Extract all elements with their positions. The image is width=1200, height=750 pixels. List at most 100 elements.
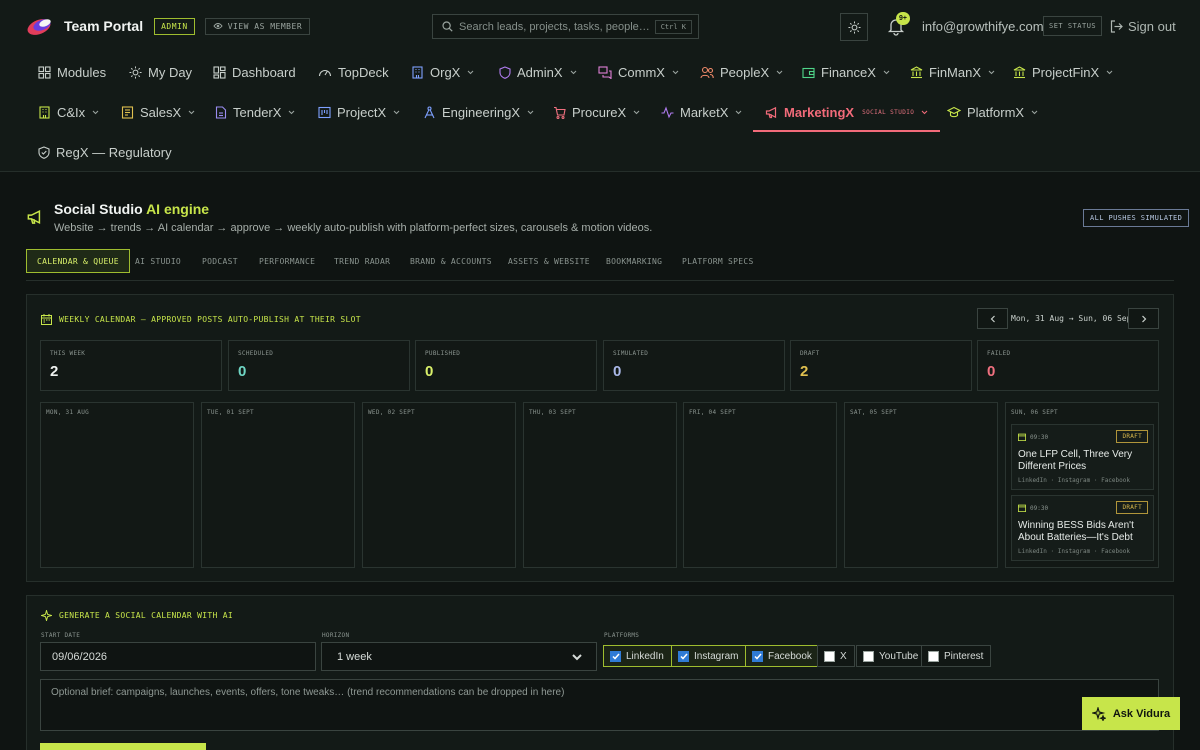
- nav-item-marketx[interactable]: MarketX: [661, 92, 742, 132]
- nav-item-projectx[interactable]: ProjectX: [318, 92, 400, 132]
- pulse-icon: [661, 105, 674, 118]
- tab-bookmarking[interactable]: BOOKMARKING: [606, 249, 662, 273]
- post-status-badge: DRAFT: [1116, 501, 1148, 514]
- search-input[interactable]: [459, 20, 655, 33]
- chevron-down-icon: [1106, 70, 1113, 74]
- day-column-sun[interactable]: SUN, 06 SEPT 09:30 DRAFT One LFP Cell, T…: [1005, 402, 1159, 568]
- post-platforms: LinkedIn · Instagram · Facebook: [1018, 477, 1130, 484]
- nav-item-projectfinx[interactable]: ProjectFinX: [1013, 52, 1113, 92]
- stat-label: THIS WEEK: [50, 350, 86, 357]
- global-search[interactable]: Ctrl K: [432, 14, 699, 39]
- nav-item-engineeringx[interactable]: EngineeringX: [423, 92, 534, 132]
- tab-platform-specs[interactable]: PLATFORM SPECS: [682, 249, 754, 273]
- nav-item-finmanx[interactable]: FinManX: [910, 52, 995, 92]
- nav-item-regx[interactable]: RegX — Regulatory: [38, 132, 172, 172]
- horizon-select[interactable]: 1 week: [333, 649, 585, 664]
- nav-item-commx[interactable]: CommX: [598, 52, 679, 92]
- tab-trend-radar[interactable]: TREND RADAR: [334, 249, 390, 273]
- stat-value: 2: [50, 363, 59, 380]
- nav-item-tenderx[interactable]: TenderX: [215, 92, 295, 132]
- wallet-icon: [802, 67, 815, 78]
- nav-item-marketingx[interactable]: MarketingX SOCIAL STUDIO: [753, 92, 941, 132]
- ask-assistant-button[interactable]: Ask Vidura: [1082, 697, 1180, 730]
- stat-simulated: SIMULATED 0: [603, 340, 785, 391]
- checkbox-checked[interactable]: [752, 650, 763, 662]
- brief-field[interactable]: [40, 679, 1159, 731]
- day-column-tue[interactable]: TUE, 01 SEPT: [201, 402, 355, 568]
- nav-item-orgx[interactable]: OrgX: [411, 52, 474, 92]
- brief-textarea[interactable]: [51, 687, 1148, 723]
- tab-podcast[interactable]: PODCAST: [202, 249, 238, 273]
- day-column-mon[interactable]: MON, 31 AUG: [40, 402, 194, 568]
- megaphone-icon: [765, 106, 777, 118]
- horizon-field[interactable]: 1 week: [321, 642, 597, 671]
- post-card[interactable]: 09:30 DRAFT One LFP Cell, Three Very Dif…: [1011, 424, 1154, 490]
- tab-performance[interactable]: PERFORMANCE: [259, 249, 315, 273]
- chevron-down-icon: [883, 70, 890, 74]
- generate-calendar-button[interactable]: [40, 743, 206, 750]
- chevron-down-icon: [988, 70, 995, 74]
- nav-item-topdeck[interactable]: TopDeck: [318, 52, 389, 92]
- people-icon: [700, 66, 714, 78]
- nav-item-salesx[interactable]: SalesX: [121, 92, 195, 132]
- nav-item-platformx[interactable]: PlatformX: [947, 92, 1038, 132]
- platform-chip-pinterest[interactable]: Pinterest: [921, 645, 992, 667]
- day-column-wed[interactable]: WED, 02 SEPT: [362, 402, 516, 568]
- checkbox-unchecked[interactable]: [824, 650, 835, 662]
- nav-item-label: TenderX: [233, 104, 282, 120]
- user-email[interactable]: info@growthifye.com: [922, 19, 1044, 34]
- day-column-thu[interactable]: THU, 03 SEPT: [523, 402, 677, 568]
- stat-value: 0: [987, 363, 996, 380]
- platform-label: Instagram: [694, 650, 739, 662]
- nav-item-my-day[interactable]: My Day: [129, 52, 192, 92]
- brand-logo-icon: [27, 19, 51, 35]
- nav-item-financex[interactable]: FinanceX: [802, 52, 890, 92]
- start-date-input[interactable]: [52, 650, 304, 663]
- chevron-down-icon: [527, 110, 534, 114]
- chevron-down-icon: [289, 110, 295, 114]
- check-icon: [679, 653, 688, 660]
- brand[interactable]: Team Portal ADMIN VIEW AS MEMBER: [26, 15, 311, 37]
- checkbox-unchecked[interactable]: [863, 650, 874, 662]
- tab-ai-studio[interactable]: AI STUDIO: [135, 249, 181, 273]
- post-time: 09:30: [1018, 504, 1048, 512]
- platform-chip-instagram[interactable]: Instagram: [671, 645, 747, 667]
- nav-item-adminx[interactable]: AdminX: [499, 52, 577, 92]
- tab-calendar-queue[interactable]: CALENDAR & QUEUE: [26, 249, 130, 273]
- post-card[interactable]: 09:30 DRAFT Winning BESS Bids Aren't Abo…: [1011, 495, 1154, 561]
- chevron-down-icon: [570, 70, 576, 74]
- check-icon: [753, 653, 762, 660]
- view-as-member-button[interactable]: VIEW AS MEMBER: [204, 17, 311, 35]
- stat-value: 0: [238, 363, 247, 380]
- platform-chip-facebook[interactable]: Facebook: [745, 645, 820, 667]
- day-column-fri[interactable]: FRI, 04 SEPT: [683, 402, 837, 568]
- tab-assets-website[interactable]: ASSETS & WEBSITE: [508, 249, 590, 273]
- sign-out-button[interactable]: Sign out: [1110, 19, 1176, 34]
- sign-out-icon: [1110, 20, 1123, 33]
- nav-item-cix[interactable]: C&Ix: [38, 92, 99, 132]
- stat-label: FAILED: [987, 350, 1011, 357]
- chat-icon: [598, 65, 612, 79]
- nav-item-procurex[interactable]: ProcureX: [553, 92, 640, 132]
- checkbox-unchecked[interactable]: [928, 650, 939, 662]
- dashboard-icon: [213, 65, 226, 79]
- platform-chip-x[interactable]: X: [817, 645, 855, 667]
- nav-item-peoplex[interactable]: PeopleX: [700, 52, 783, 92]
- generator-heading: GENERATE A SOCIAL CALENDAR WITH AI: [41, 610, 233, 621]
- set-status-button[interactable]: SET STATUS: [1043, 16, 1103, 36]
- platform-chip-linkedin[interactable]: LinkedIn: [603, 645, 672, 667]
- previous-week-button[interactable]: [977, 308, 1008, 329]
- checkbox-checked[interactable]: [678, 650, 689, 662]
- nav-item-modules[interactable]: Modules: [38, 52, 106, 92]
- nav-item-label: C&Ix: [57, 104, 86, 120]
- tab-brand-accounts[interactable]: BRAND & ACCOUNTS: [410, 249, 492, 273]
- sparkle-icon: [41, 610, 52, 621]
- platform-chip-youtube[interactable]: YouTube: [856, 645, 927, 667]
- nav-item-dashboard[interactable]: Dashboard: [213, 52, 296, 92]
- theme-toggle-button[interactable]: [840, 13, 868, 41]
- next-week-button[interactable]: [1128, 308, 1159, 329]
- nav-item-sublabel: SOCIAL STUDIO: [862, 108, 915, 116]
- day-column-sat[interactable]: SAT, 05 SEPT: [844, 402, 998, 568]
- checkbox-checked[interactable]: [610, 650, 621, 662]
- start-date-field[interactable]: [40, 642, 316, 671]
